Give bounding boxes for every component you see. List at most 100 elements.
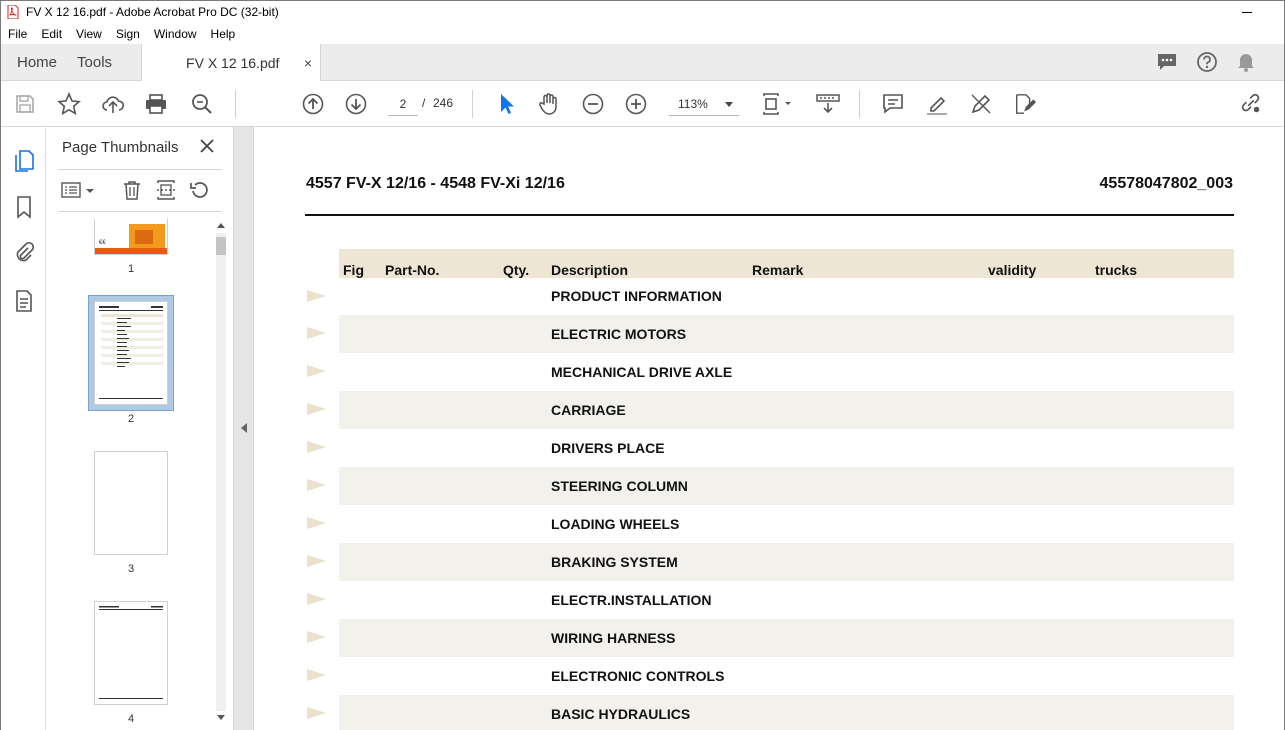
thumbnail-page-1[interactable]: €€ (94, 219, 168, 255)
zoom-out-icon[interactable] (581, 92, 605, 116)
row-description: ELECTRONIC CONTROLS (551, 668, 725, 684)
menu-help[interactable]: Help (204, 27, 243, 41)
table-row[interactable]: STEERING COLUMN (307, 467, 1234, 505)
link-arrow-icon[interactable] (307, 593, 326, 605)
table-row[interactable]: ELECTRONIC CONTROLS (307, 657, 1234, 695)
panel-title: Page Thumbnails (62, 139, 179, 156)
page-thumbnails-icon[interactable] (12, 149, 36, 173)
link-arrow-icon[interactable] (307, 555, 326, 567)
row-description: DRIVERS PLACE (551, 440, 665, 456)
table-row[interactable]: BASIC HYDRAULICS (307, 695, 1234, 730)
minimize-button[interactable] (1232, 2, 1262, 22)
link-arrow-icon[interactable] (307, 441, 326, 453)
thumbnail-list: €€ 1 2 3 4 (46, 219, 216, 730)
thumbnail-page-3[interactable] (94, 451, 168, 555)
table-row[interactable]: WIRING HARNESS (307, 619, 1234, 657)
row-description: PRODUCT INFORMATION (551, 288, 722, 304)
total-pages: 246 (433, 96, 454, 110)
acrobat-app-icon (6, 5, 20, 19)
zoom-in-icon[interactable] (624, 92, 648, 116)
link-arrow-icon[interactable] (307, 669, 326, 681)
help-icon[interactable] (1196, 51, 1218, 73)
table-row[interactable]: PRODUCT INFORMATION (307, 278, 1234, 315)
scroll-up-arrow-icon[interactable] (217, 223, 225, 228)
thumbnail-page-4[interactable] (94, 601, 168, 705)
document-view[interactable]: 4557 FV-X 12/16 - 4548 FV-Xi 12/16 45578… (254, 127, 1284, 730)
table-row[interactable]: DRIVERS PLACE (307, 429, 1234, 467)
link-arrow-icon[interactable] (307, 403, 326, 415)
table-row[interactable]: LOADING WHEELS (307, 505, 1234, 543)
upload-cloud-icon[interactable] (101, 92, 125, 116)
tab-bar: Home Tools FV X 12 16.pdf × (1, 44, 1284, 82)
table-row[interactable]: MECHANICAL DRIVE AXLE (307, 353, 1234, 391)
select-cursor-icon[interactable] (494, 92, 518, 116)
tab-tools[interactable]: Tools (69, 44, 120, 80)
close-panel-icon[interactable] (198, 137, 216, 155)
link-arrow-icon[interactable] (307, 631, 326, 643)
scroll-down-arrow-icon[interactable] (217, 715, 225, 720)
close-tab-icon[interactable]: × (304, 55, 312, 71)
link-arrow-icon[interactable] (307, 517, 326, 529)
thumbnail-options-icon[interactable] (60, 179, 96, 201)
thumbnail-label: 3 (127, 563, 135, 575)
link-arrow-icon[interactable] (307, 290, 326, 302)
menu-window[interactable]: Window (147, 27, 204, 41)
attachments-icon[interactable] (12, 241, 36, 265)
scroll-thumb[interactable] (216, 237, 226, 255)
link-arrow-icon[interactable] (307, 365, 326, 377)
column-header-validity: validity (988, 262, 1037, 278)
menu-edit[interactable]: Edit (34, 27, 69, 41)
bookmark-star-icon[interactable] (57, 92, 81, 116)
toolbar-divider (859, 90, 860, 118)
previous-page-icon[interactable] (301, 92, 325, 116)
header-rule (305, 214, 1234, 216)
highlight-pen-icon[interactable] (925, 92, 949, 116)
menu-sign[interactable]: Sign (109, 27, 147, 41)
comment-bubble-icon[interactable] (1156, 52, 1178, 72)
table-row[interactable]: CARRIAGE (307, 391, 1234, 429)
bookmarks-icon[interactable] (12, 195, 36, 219)
thumbnail-scrollbar[interactable] (213, 219, 229, 727)
next-page-icon[interactable] (344, 92, 368, 116)
link-arrow-icon[interactable] (307, 479, 326, 491)
extract-pages-icon[interactable] (154, 179, 178, 201)
save-icon[interactable] (13, 92, 37, 116)
thumbnail-page-2[interactable] (94, 301, 168, 405)
zoom-level-select[interactable]: 113% (669, 92, 739, 116)
hand-tool-icon[interactable] (537, 92, 561, 116)
page-number-input[interactable]: 2 (388, 92, 418, 116)
tab-home[interactable]: Home (1, 44, 69, 80)
table-row[interactable]: ELECTR.INSTALLATION (307, 581, 1234, 619)
row-description: BRAKING SYSTEM (551, 554, 678, 570)
scroll-track[interactable] (216, 233, 226, 711)
print-icon[interactable] (144, 92, 168, 116)
draw-pencil-icon[interactable] (969, 92, 993, 116)
link-arrow-icon[interactable] (307, 327, 326, 339)
column-header-description: Description (551, 262, 629, 278)
tab-document[interactable]: FV X 12 16.pdf × (141, 44, 322, 82)
rotate-page-icon[interactable] (188, 179, 212, 201)
comment-icon[interactable] (881, 92, 905, 116)
column-header-trucks: trucks (1095, 262, 1138, 278)
document-properties-icon[interactable] (12, 289, 36, 313)
search-zoom-icon[interactable] (190, 92, 214, 116)
menu-file[interactable]: File (1, 27, 34, 41)
row-description: LOADING WHEELS (551, 516, 680, 532)
menu-view[interactable]: View (69, 27, 109, 41)
scroll-mode-icon[interactable] (815, 92, 841, 116)
panel-collapse-strip[interactable] (234, 127, 254, 730)
link-arrow-icon[interactable] (307, 707, 326, 719)
svg-text:€€: €€ (99, 240, 106, 246)
notification-bell-icon[interactable] (1236, 51, 1256, 73)
thumbnail-label: 2 (127, 413, 135, 425)
page-fit-icon[interactable] (761, 92, 795, 116)
menu-bar: File Edit View Sign Window Help (1, 23, 1284, 44)
row-description: WIRING HARNESS (551, 630, 676, 646)
table-row[interactable]: BRAKING SYSTEM (307, 543, 1234, 581)
table-row[interactable]: ELECTRIC MOTORS (307, 315, 1234, 353)
share-link-icon[interactable] (1239, 92, 1263, 116)
delete-page-icon[interactable] (120, 179, 144, 201)
fill-sign-icon[interactable] (1013, 92, 1037, 116)
collapse-arrow-icon[interactable] (241, 423, 247, 433)
document-header-title: 4557 FV-X 12/16 - 4548 FV-Xi 12/16 (306, 175, 565, 192)
